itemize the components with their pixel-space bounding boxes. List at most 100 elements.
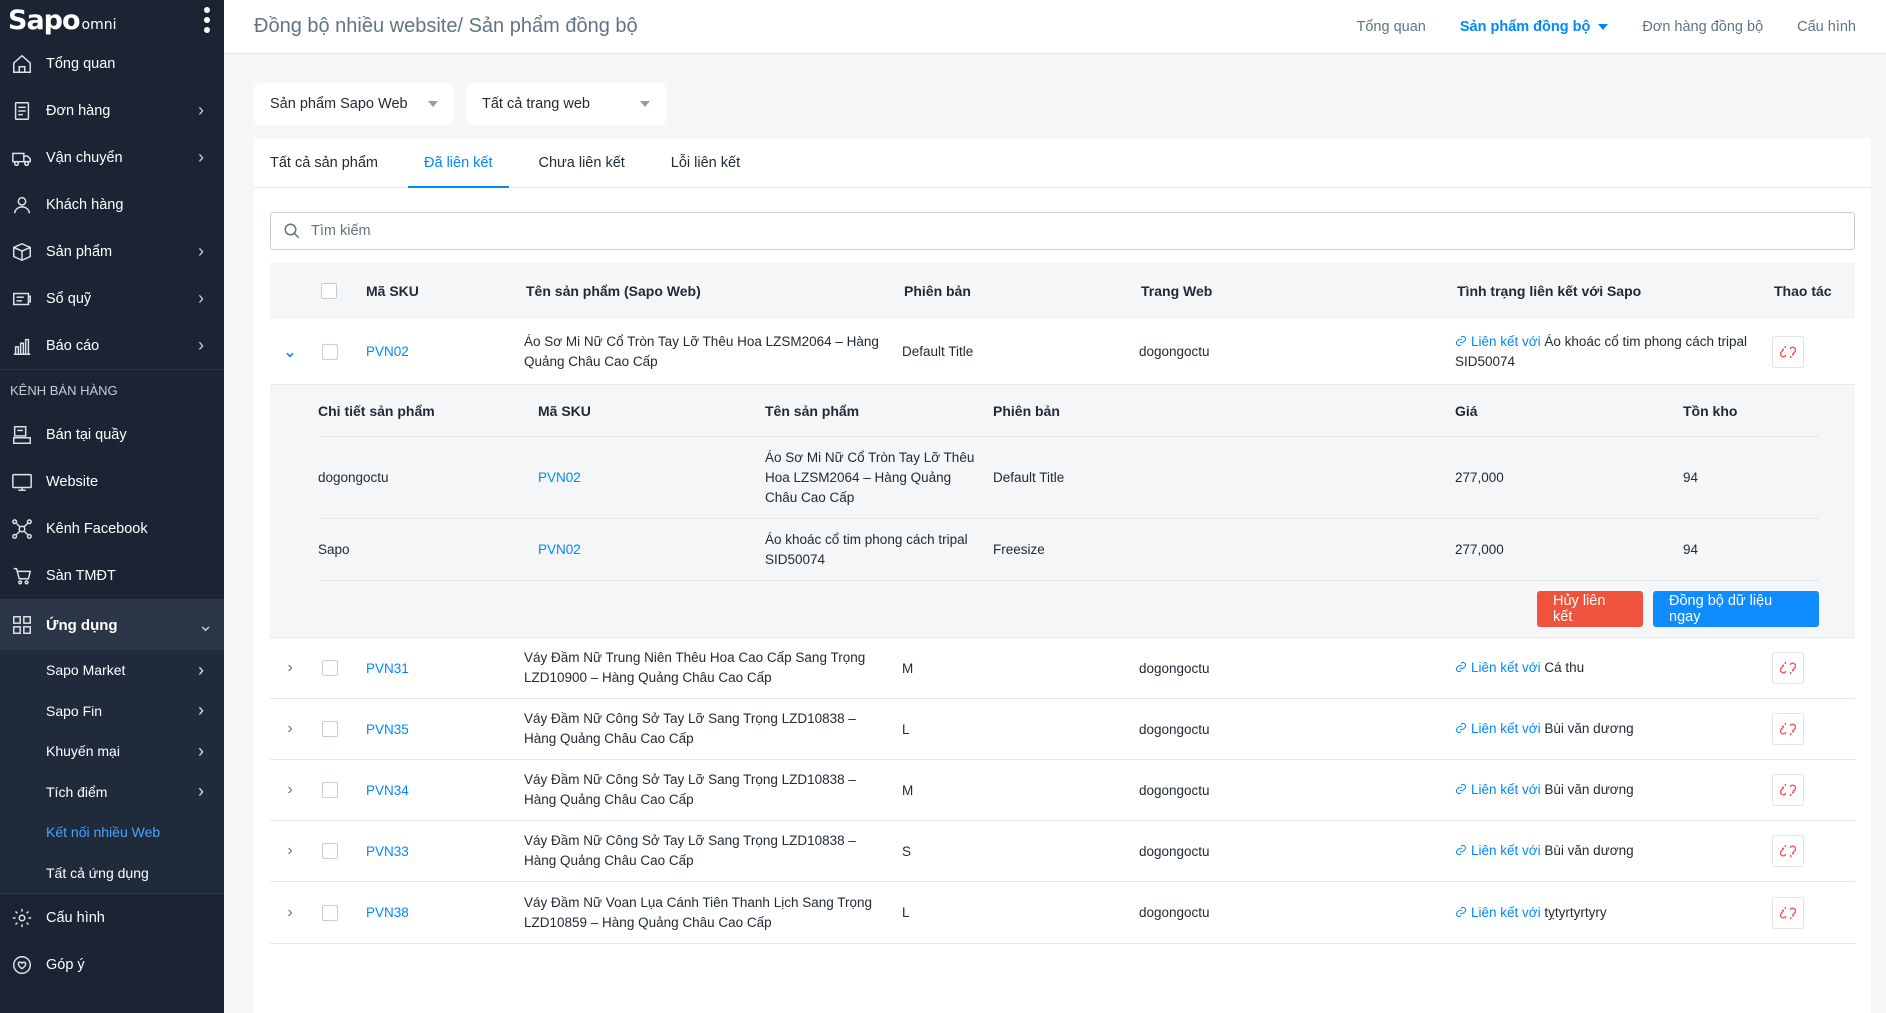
sidebar-item-box[interactable]: Sản phẩm › [0,228,224,275]
top-nav-link[interactable]: Sản phẩm đồng bộ [1460,19,1609,35]
tab-1[interactable]: Đã liên kết [408,138,509,188]
detail-variant: Freesize [993,542,1045,557]
chevron-right-icon: › [198,781,204,802]
sidebar-subitem-2[interactable]: Khuyến mại › [0,731,224,772]
sidebar-item-feedback[interactable]: Góp ý [0,941,224,988]
box-icon [10,240,34,264]
link-status: Liên kết với Áo khoác cổ tim phong cách … [1455,332,1772,372]
sku-link[interactable]: PVN31 [366,661,409,676]
detail-stock: 94 [1683,470,1699,485]
sync-now-button[interactable]: Đồng bộ dữ liệu ngay [1653,591,1819,627]
chevron-right-icon[interactable]: › [287,842,292,860]
marketplace-icon [10,564,34,588]
tab-0[interactable]: Tất cả sản phẩm [270,138,394,187]
unlink-button[interactable] [1772,652,1804,684]
chevron-right-icon[interactable]: › [287,720,292,738]
top-nav-link[interactable]: Tổng quan [1357,19,1426,35]
chevron-down-icon: ⌄ [198,614,214,635]
detail-variant: Default Title [993,470,1065,485]
sidebar-subitem-1[interactable]: Sapo Fin › [0,691,224,732]
row-checkbox[interactable] [322,843,338,859]
row-checkbox[interactable] [322,904,338,921]
select-all-checkbox[interactable] [321,283,337,299]
cancel-link-button[interactable]: Hủy liên kết [1537,591,1643,627]
sidebar-item-label: Góp ý [46,956,85,973]
sidebar-item-marketplace[interactable]: Sàn TMĐT [0,552,224,599]
top-nav: Tổng quan Sản phẩm đồng bộ Đơn hàng đồng… [1357,19,1856,35]
linked-product: tỵtyrtyrtyry [1544,904,1607,920]
caret-down-icon [1598,23,1609,30]
sidebar-subitem-5[interactable]: Tất cả ứng dụng [0,853,224,894]
link-with[interactable]: Liên kết với [1455,905,1541,920]
sku-link[interactable]: PVN34 [366,783,409,798]
link-with[interactable]: Liên kết với [1455,721,1541,736]
sku-link[interactable]: PVN38 [366,905,409,920]
chevron-right-icon[interactable]: › [287,659,292,677]
product-source-select[interactable]: Sản phẩm Sapo Web [254,83,454,125]
unlink-button[interactable] [1772,896,1804,929]
col-header-link-status: Tình trạng liên kết với Sapo [1457,283,1642,299]
sidebar-item-gear[interactable]: Cấu hình [0,894,224,941]
top-nav-link[interactable]: Cấu hình [1797,19,1856,35]
sku-link[interactable]: PVN02 [366,344,409,359]
unlink-button[interactable] [1772,713,1804,745]
chevron-right-icon[interactable]: › [287,904,292,922]
row-checkbox[interactable] [322,782,338,798]
sidebar-subitem-0[interactable]: Sapo Market › [0,650,224,691]
link-with[interactable]: Liên kết với [1455,660,1541,675]
table-row: › PVN33 Váy Đầm Nữ Công Sở Tay Lỡ Sang T… [270,821,1855,882]
linked-product: Cá thu [1544,660,1585,675]
sidebar-item-orders[interactable]: Đơn hàng › [0,87,224,134]
sidebar-item-label: Website [46,473,99,490]
sku-link[interactable]: PVN02 [538,542,581,557]
link-with[interactable]: Liên kết với [1455,843,1541,858]
top-nav-link[interactable]: Đơn hàng đồng bộ [1642,19,1763,35]
link-with[interactable]: Liên kết với [1455,334,1541,349]
menu-kebab-icon[interactable] [204,7,210,33]
tab-3[interactable]: Lỗi liên kết [655,138,756,187]
row-checkbox[interactable] [322,660,338,676]
sidebar-subitem-label: Khuyến mại [46,743,120,760]
row-checkbox[interactable] [322,343,338,360]
sidebar-item-home[interactable]: Tổng quan [0,40,224,87]
sidebar-item-facebook-channel[interactable]: Kênh Facebook [0,505,224,552]
sidebar-item-cashbook[interactable]: Sổ quỹ › [0,275,224,322]
sidebar-item-label: Sản phẩm [46,243,113,260]
sidebar-subitem-3[interactable]: Tích điểm › [0,772,224,813]
link-status: Liên kết với Bùi văn dương [1455,719,1772,739]
chevron-down-icon[interactable]: ⌄ [283,342,296,362]
product-name: Váy Đầm Nữ Trung Niên Thêu Hoa Cao Cấp S… [524,650,866,685]
search-input[interactable] [311,223,1854,239]
sidebar-subitem-4[interactable]: Kết nối nhiều Web [0,812,224,853]
website-select[interactable]: Tất cả trang web [466,83,666,125]
sidebar-item-report[interactable]: Báo cáo › [0,322,224,369]
detail-row: dogongoctu PVN02 Áo Sơ Mi Nữ Cổ Tròn Tay… [318,437,1819,519]
pos-icon [10,423,34,447]
unlink-button[interactable] [1772,774,1804,806]
logo[interactable]: Sapo omni [8,5,117,36]
tab-2[interactable]: Chưa liên kết [523,138,641,187]
sidebar-subitem-label: Sapo Market [46,662,126,679]
sku-link[interactable]: PVN33 [366,844,409,859]
row-checkbox[interactable] [322,721,338,737]
link-status: Liên kết với Bùi văn dương [1455,780,1772,800]
sku-link[interactable]: PVN35 [366,722,409,737]
variant: L [902,905,910,920]
variant: M [902,782,914,798]
unlink-button[interactable] [1772,835,1804,867]
sidebar-item-truck[interactable]: Vận chuyển › [0,134,224,181]
sidebar-item-website[interactable]: Website [0,458,224,505]
sidebar-item-pos[interactable]: Bán tại quầy [0,411,224,458]
detail-col-header: Tên sản phẩm [765,402,860,419]
sidebar-item-user[interactable]: Khách hàng [0,181,224,228]
sidebar-item-label: Kênh Facebook [46,520,148,537]
chevron-right-icon[interactable]: › [287,781,292,799]
product-name: Áo Sơ Mi Nữ Cổ Tròn Tay Lỡ Thêu Hoa LZSM… [524,333,879,369]
unlink-button[interactable] [1772,335,1804,368]
sidebar-item-label: Đơn hàng [46,102,111,119]
sku-link[interactable]: PVN02 [538,470,581,485]
link-with[interactable]: Liên kết với [1455,782,1541,797]
sidebar-item-apps[interactable]: Ứng dụng ⌄ [0,600,224,650]
home-icon [10,52,34,76]
sidebar-item-label: Cấu hình [46,909,105,926]
